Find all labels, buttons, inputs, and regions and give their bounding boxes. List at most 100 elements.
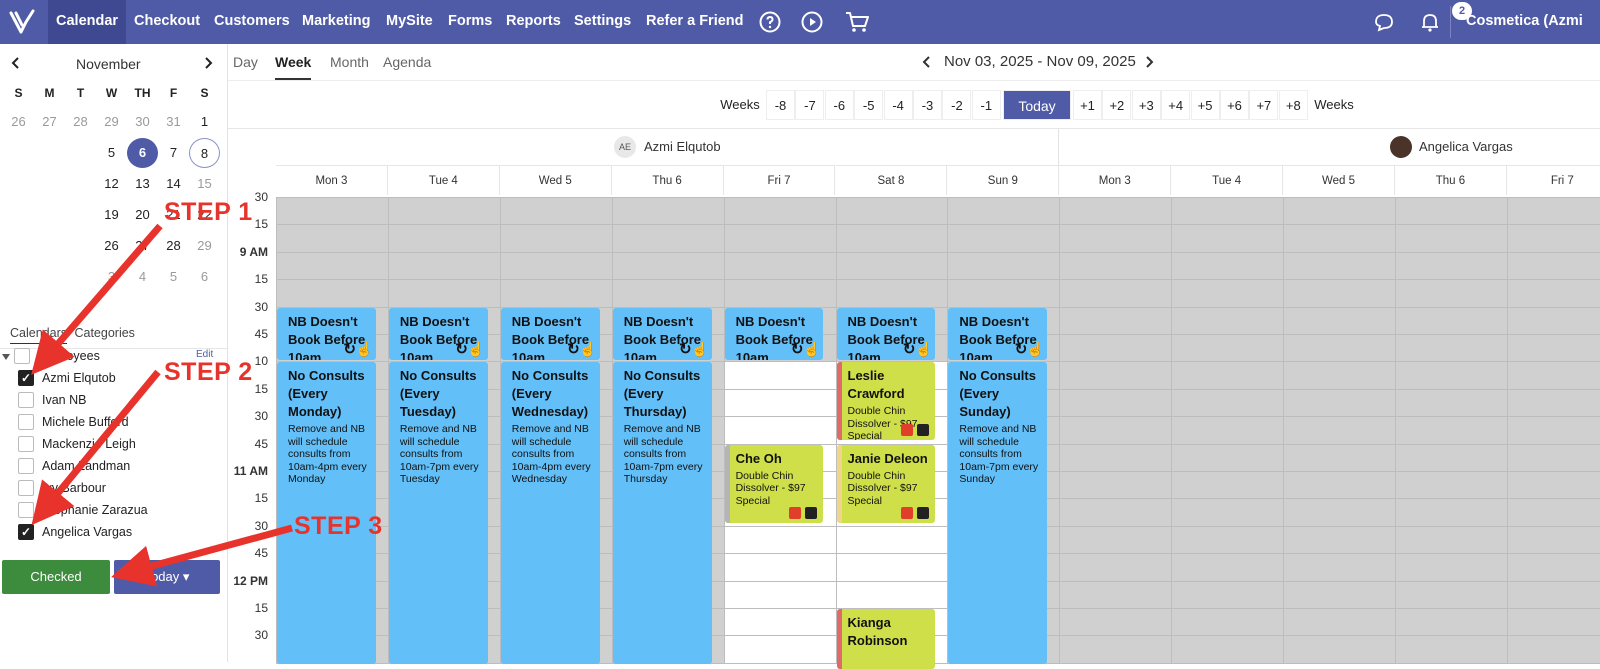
nav-refer-a-friend[interactable]: Refer a Friend — [638, 0, 752, 44]
week-jump[interactable]: +5 — [1190, 90, 1220, 120]
view-day[interactable]: Day — [233, 54, 258, 70]
week-jump[interactable]: -3 — [913, 90, 942, 120]
nav-customers[interactable]: Customers — [206, 0, 298, 44]
checkbox[interactable] — [18, 392, 34, 408]
nav-marketing[interactable]: Marketing — [294, 0, 379, 44]
nav-reports[interactable]: Reports — [498, 0, 569, 44]
week-jump[interactable]: +2 — [1102, 90, 1132, 120]
checkbox[interactable]: ✓ — [18, 524, 34, 540]
event-nb-doesnt-book[interactable]: NB Doesn't Book Before 10am ↻ ☝ — [388, 307, 488, 361]
mini-day[interactable]: 1 — [189, 107, 220, 137]
week-jump[interactable]: -4 — [883, 90, 913, 120]
week-jump[interactable]: -6 — [824, 90, 854, 120]
week-jump[interactable]: -2 — [942, 90, 972, 120]
next-month-icon[interactable] — [202, 56, 214, 70]
mini-day[interactable]: 3 — [96, 262, 127, 292]
checkbox[interactable] — [18, 502, 34, 518]
day-header[interactable]: Thu 6 — [611, 165, 724, 195]
event-nb-doesnt-book[interactable]: NB Doesn't Book Before 10am ↻ ☝ — [724, 307, 824, 361]
day-header[interactable]: Mon 3 — [276, 165, 388, 195]
today-dropdown-button[interactable]: Today ▾ — [114, 560, 220, 594]
chat-icon[interactable] — [1372, 10, 1396, 34]
cart-icon[interactable] — [844, 10, 870, 34]
week-jump[interactable]: +3 — [1131, 90, 1161, 120]
day-header[interactable]: Thu 6 — [1395, 165, 1507, 195]
mini-day[interactable]: 28 — [158, 231, 189, 261]
event-nb-doesnt-book[interactable]: NB Doesn't Book Before 10am ↻ ☝ — [948, 307, 1048, 361]
nav-calendar[interactable]: Calendar — [48, 0, 127, 44]
week-jump[interactable]: -5 — [854, 90, 884, 120]
today-button[interactable]: Today — [1003, 90, 1071, 120]
checkbox[interactable] — [18, 480, 34, 496]
nav-checkout[interactable]: Checkout — [126, 0, 208, 44]
day-header[interactable]: Sun 9 — [947, 165, 1060, 195]
checkbox[interactable] — [18, 458, 34, 474]
view-month[interactable]: Month — [330, 54, 369, 70]
view-agenda[interactable]: Agenda — [383, 54, 431, 70]
day-header[interactable]: Mon 3 — [1059, 165, 1172, 195]
week-jump[interactable]: +7 — [1249, 90, 1279, 120]
nav-mysite[interactable]: MySite — [378, 0, 441, 44]
appointment[interactable]: Janie Deleon Double Chin Dissolver - $97 … — [836, 444, 936, 523]
checkbox[interactable] — [18, 414, 34, 430]
help-icon[interactable] — [758, 10, 782, 34]
mini-day[interactable]: 26 — [3, 107, 34, 137]
checked-button[interactable]: Checked — [2, 560, 110, 594]
checkbox[interactable] — [18, 436, 34, 452]
mini-day[interactable]: 27 — [127, 231, 158, 261]
mini-day[interactable]: 29 — [189, 231, 220, 261]
tab-categories[interactable]: Categories — [74, 326, 134, 340]
account-menu[interactable]: Cosmetica (Azmi — [1458, 0, 1591, 44]
event-nb-doesnt-book[interactable]: NB Doesn't Book Before 10am ↻ ☝ — [277, 307, 376, 361]
week-jump[interactable]: +8 — [1278, 90, 1308, 120]
day-header[interactable]: Fri 7 — [723, 165, 836, 195]
week-jump[interactable]: +6 — [1220, 90, 1249, 120]
event-no-consults[interactable]: No Consults (Every Sunday) Remove and NB … — [948, 362, 1048, 664]
checkbox[interactable]: ✓ — [18, 370, 34, 386]
nav-forms[interactable]: Forms — [440, 0, 500, 44]
day-header[interactable]: Wed 5 — [499, 165, 612, 195]
appointment[interactable]: Leslie Crawford Double Chin Dissolver - $… — [836, 362, 936, 441]
appointment[interactable]: Kianga Robinson — [836, 609, 936, 669]
event-nb-doesnt-book[interactable]: NB Doesn't Book Before 10am ↻ ☝ — [612, 307, 712, 361]
event-nb-doesnt-book[interactable]: NB Doesn't Book Before 10am ↻ ☝ — [836, 307, 936, 361]
mini-day[interactable]: 29 — [96, 107, 127, 137]
mini-day[interactable]: 19 — [96, 200, 127, 230]
mini-day[interactable]: 6 — [127, 138, 158, 168]
play-icon[interactable] — [800, 10, 824, 34]
mini-day[interactable]: 14 — [158, 169, 189, 199]
mini-day[interactable]: 26 — [96, 231, 127, 261]
mini-day[interactable]: 27 — [34, 107, 65, 137]
week-jump[interactable]: -1 — [971, 90, 1001, 120]
mini-day[interactable]: 28 — [65, 107, 96, 137]
week-jump[interactable]: +1 — [1073, 90, 1102, 120]
mini-day[interactable]: 4 — [127, 262, 158, 292]
mini-day[interactable]: 15 — [189, 169, 220, 199]
event-nb-doesnt-book[interactable]: NB Doesn't Book Before 10am ↻ ☝ — [500, 307, 600, 361]
mini-day[interactable]: 8 — [189, 138, 220, 168]
week-jump[interactable]: -7 — [795, 90, 825, 120]
week-jump[interactable]: +4 — [1161, 90, 1191, 120]
nav-settings[interactable]: Settings — [566, 0, 639, 44]
day-header[interactable]: Fri 7 — [1506, 165, 1600, 195]
staff-header-angelica[interactable]: Angelica Vargas — [1059, 129, 1600, 165]
day-header[interactable]: Tue 4 — [1171, 165, 1284, 195]
mini-day[interactable]: 30 — [127, 107, 158, 137]
event-no-consults[interactable]: No Consults (Every Thursday) Remove and N… — [612, 362, 712, 664]
bell-icon[interactable] — [1418, 10, 1442, 34]
prev-month-icon[interactable] — [10, 56, 22, 70]
day-header[interactable]: Tue 4 — [387, 165, 500, 195]
mini-day[interactable]: 12 — [96, 169, 127, 199]
mini-day[interactable]: 13 — [127, 169, 158, 199]
collapse-icon[interactable] — [2, 353, 10, 361]
mini-day[interactable]: 5 — [158, 262, 189, 292]
prev-week-icon[interactable] — [922, 55, 932, 69]
tab-calendars[interactable]: Calendars — [10, 326, 67, 344]
week-jump[interactable]: -8 — [766, 90, 795, 120]
mini-day[interactable]: 5 — [96, 138, 127, 168]
next-week-icon[interactable] — [1144, 55, 1154, 69]
appointment[interactable]: Che Oh Double Chin Dissolver - $97 Specia… — [724, 444, 824, 523]
event-no-consults[interactable]: No Consults (Every Tuesday) Remove and NB… — [388, 362, 488, 664]
day-header[interactable]: Wed 5 — [1283, 165, 1395, 195]
mini-day[interactable]: 20 — [127, 200, 158, 230]
